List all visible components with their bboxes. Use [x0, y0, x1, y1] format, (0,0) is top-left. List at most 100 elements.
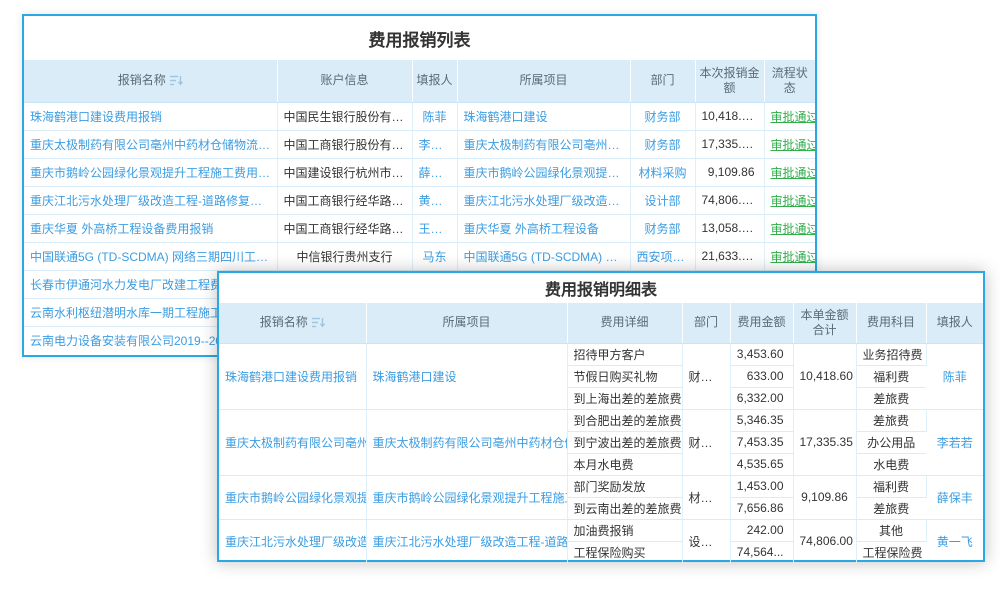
reporter-cell: 黄一飞 [926, 519, 983, 563]
table-row: 重庆江北污水处理厂级改造工程-道路修复工程费用报销 重庆江北污水处理厂级改造工程… [219, 519, 983, 541]
col-header-expense-detail: 费用详细 [567, 303, 682, 343]
project-cell: 珠海鹤港口建设 [457, 102, 630, 130]
detail-cell: 工程保险购买 [567, 541, 682, 563]
category-cell: 其他 [856, 519, 926, 541]
status-link[interactable]: 审批通过 [771, 138, 816, 152]
report-name-link[interactable]: 重庆江北污水处理厂级改造工程-道路修复工程费用... [24, 186, 277, 214]
status-link[interactable]: 审批通过 [771, 222, 816, 236]
category-cell: 差旅费 [856, 387, 926, 409]
table-row: 重庆市鹅岭公园绿化景观提升工程施工费用报销 重庆市鹅岭公园绿化景观提升工程施工 … [219, 475, 983, 497]
account-cell: 中国工商银行股份有限... [277, 130, 412, 158]
amount-cell: 7,656.86 [730, 497, 793, 519]
report-name-link[interactable]: 重庆太极制药有限公司亳州中药材仓储物流基地项目 [219, 409, 366, 475]
report-name-link[interactable]: 重庆太极制药有限公司亳州中药材仓储物流基地项... [24, 130, 277, 158]
project-cell: 中国联通5G (TD-SCDMA) 网... [457, 242, 630, 270]
account-cell: 中国民生银行股份有限... [277, 102, 412, 130]
amount-cell: 21,633.00 [695, 242, 764, 270]
amount-cell: 633.00 [730, 365, 793, 387]
dept-cell: 财务部 [630, 102, 695, 130]
total-cell: 17,335.35 [793, 409, 856, 475]
project-cell: 重庆江北污水处理厂级改造工... [457, 186, 630, 214]
amount-cell: 9,109.86 [695, 158, 764, 186]
detail-cell: 到上海出差的差旅费 [567, 387, 682, 409]
total-cell: 10,418.60 [793, 343, 856, 409]
account-cell: 中国建设银行杭州市上... [277, 158, 412, 186]
table-row: 中国联通5G (TD-SCDMA) 网络三期四川工程费... 中信银行贵州支行 … [24, 242, 815, 270]
expense-detail-title: 费用报销明细表 [219, 273, 983, 303]
col-header-reporter: 填报人 [926, 303, 983, 343]
detail-cell: 部门奖励发放 [567, 475, 682, 497]
canvas: 费用报销列表 报销名称 [0, 0, 1000, 600]
sort-lines-icon[interactable] [312, 317, 325, 328]
amount-cell: 242.00 [730, 519, 793, 541]
status-link[interactable]: 审批通过 [771, 250, 816, 264]
dept-cell: 财务部 [630, 214, 695, 242]
dept-cell: 材料采购 [682, 475, 730, 519]
col-header-project: 所属项目 [366, 303, 567, 343]
expense-detail-panel: 费用报销明细表 报销名称 [217, 271, 985, 562]
category-cell: 水电费 [856, 453, 926, 475]
report-name-link[interactable]: 中国联通5G (TD-SCDMA) 网络三期四川工程费... [24, 242, 277, 270]
table-row: 重庆华夏 外高桥工程设备费用报销 中国工商银行经华路支行 王可可 重庆华夏 外高… [24, 214, 815, 242]
status-link[interactable]: 审批通过 [771, 166, 816, 180]
dept-cell: 财务部 [630, 130, 695, 158]
amount-cell: 3,453.60 [730, 343, 793, 365]
dept-cell: 设计部 [682, 519, 730, 563]
col-header-expense-amount: 费用金额 [730, 303, 793, 343]
table-row: 重庆太极制药有限公司亳州中药材仓储物流基地项... 中国工商银行股份有限... … [24, 130, 815, 158]
total-cell: 9,109.86 [793, 475, 856, 519]
amount-cell: 6,332.00 [730, 387, 793, 409]
reporter-cell: 薛保丰 [412, 158, 457, 186]
reporter-cell: 王可可 [412, 214, 457, 242]
sort-lines-icon[interactable] [170, 75, 183, 86]
category-cell: 差旅费 [856, 409, 926, 431]
expense-list-title: 费用报销列表 [24, 16, 815, 60]
table-row: 珠海鹤港口建设费用报销 珠海鹤港口建设 招待甲方客户 财务部 3,453.60 … [219, 343, 983, 365]
report-name-link[interactable]: 重庆市鹅岭公园绿化景观提升工程施工费用报销 [219, 475, 366, 519]
dept-cell: 财务部 [682, 343, 730, 409]
detail-cell: 本月水电费 [567, 453, 682, 475]
category-cell: 差旅费 [856, 497, 926, 519]
report-name-link[interactable]: 重庆市鹅岭公园绿化景观提升工程施工费用报销 [24, 158, 277, 186]
project-cell: 珠海鹤港口建设 [366, 343, 567, 409]
reporter-cell: 马东 [412, 242, 457, 270]
dept-cell: 设计部 [630, 186, 695, 214]
category-cell: 福利费 [856, 475, 926, 497]
amount-cell: 4,535.65 [730, 453, 793, 475]
project-cell: 重庆华夏 外高桥工程设备 [457, 214, 630, 242]
category-cell: 办公用品 [856, 431, 926, 453]
col-header-dept: 部门 [630, 60, 695, 102]
report-name-link[interactable]: 重庆江北污水处理厂级改造工程-道路修复工程费用报销 [219, 519, 366, 563]
category-cell: 业务招待费 [856, 343, 926, 365]
detail-cell: 到云南出差的差旅费 [567, 497, 682, 519]
reporter-cell: 李若若 [926, 409, 983, 475]
category-cell: 福利费 [856, 365, 926, 387]
amount-cell: 1,453.00 [730, 475, 793, 497]
reporter-cell: 李若若 [412, 130, 457, 158]
account-cell: 中国工商银行经华路支行 [277, 186, 412, 214]
status-link[interactable]: 审批通过 [771, 194, 816, 208]
col-header-report-name-label: 报销名称 [260, 315, 308, 330]
dept-cell: 材料采购 [630, 158, 695, 186]
reporter-cell: 陈菲 [926, 343, 983, 409]
detail-cell: 招待甲方客户 [567, 343, 682, 365]
status-link[interactable]: 审批通过 [771, 110, 816, 124]
project-cell: 重庆太极制药有限公司亳州中... [457, 130, 630, 158]
report-name-link[interactable]: 珠海鹤港口建设费用报销 [24, 102, 277, 130]
col-header-report-name: 报销名称 [219, 303, 366, 343]
reporter-cell: 黄一飞 [412, 186, 457, 214]
col-header-report-name: 报销名称 [24, 60, 277, 102]
amount-cell: 74,564... [730, 541, 793, 563]
total-cell: 74,806.00 [793, 519, 856, 563]
dept-cell: 财务部 [682, 409, 730, 475]
col-header-account: 账户信息 [277, 60, 412, 102]
project-cell: 重庆市鹅岭公园绿化景观提升... [457, 158, 630, 186]
report-name-link[interactable]: 珠海鹤港口建设费用报销 [219, 343, 366, 409]
expense-detail-header-row: 报销名称 所属项目 费用详细 部门 费用金额 本 [219, 303, 983, 343]
col-header-category: 费用科目 [856, 303, 926, 343]
table-row: 重庆江北污水处理厂级改造工程-道路修复工程费用... 中国工商银行经华路支行 黄… [24, 186, 815, 214]
reporter-cell: 陈菲 [412, 102, 457, 130]
report-name-link[interactable]: 重庆华夏 外高桥工程设备费用报销 [24, 214, 277, 242]
project-cell: 重庆市鹅岭公园绿化景观提升工程施工 [366, 475, 567, 519]
amount-cell: 7,453.35 [730, 431, 793, 453]
